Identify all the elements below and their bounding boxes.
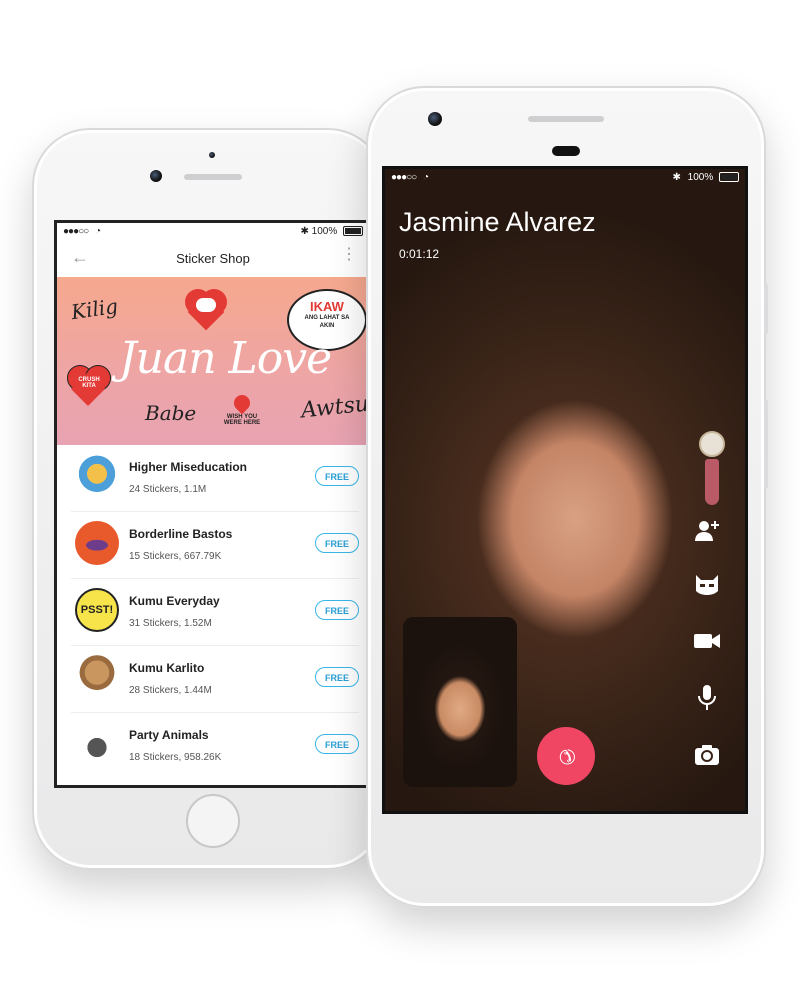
pack-meta: 31 Stickers, 1.52M — [129, 618, 212, 629]
pack-name: Higher Miseducation — [129, 460, 248, 474]
sensor — [209, 152, 215, 158]
call-timer: 0:01:12 — [399, 247, 440, 261]
more-options-icon[interactable]: ⋮ — [341, 247, 357, 263]
phone-hangup-icon: ✆ — [552, 742, 580, 770]
banner-word-wish: WISH YOU WERE HERE — [223, 414, 261, 426]
status-bar: ●●●○○ ◔ ✱ 100% — [57, 223, 369, 239]
wifi-icon: ◔ — [94, 225, 102, 237]
earpiece — [552, 146, 580, 156]
battery-icon — [719, 171, 739, 182]
speaker-grille — [184, 174, 242, 180]
back-arrow-icon[interactable]: ← — [71, 247, 89, 268]
switch-camera-icon[interactable] — [693, 741, 721, 769]
sticker-shop-phone: ●●●○○ ◔ ✱ 100% ← Sticker Shop ⋮ Kilig IK… — [32, 128, 386, 870]
banner-word-crush-kita: CRUSH KITA — [78, 377, 100, 389]
pack-meta: 18 Stickers, 958.26K — [129, 752, 222, 763]
list-item[interactable]: Higher Miseducation 24 Stickers, 1.1M FR… — [71, 445, 359, 512]
pack-name: Kumu Everyday — [129, 594, 220, 608]
battery-icon — [343, 225, 363, 236]
wifi-icon: ◔ — [422, 171, 430, 183]
banner-word-babe: Babe — [145, 401, 197, 425]
pack-name: Kumu Karlito — [129, 661, 205, 675]
earring — [697, 431, 727, 511]
eggplant-sticker-icon — [75, 521, 119, 565]
free-button[interactable]: FREE — [315, 734, 359, 754]
wish-you-were-here-pin: WISH YOU WERE HERE — [221, 391, 263, 439]
pack-meta: 28 Stickers, 1.44M — [129, 685, 212, 696]
banner-word-ikaw: IKAW — [310, 299, 344, 314]
battery-percent: 100% — [687, 171, 714, 183]
list-item[interactable]: PSST! Kumu Everyday 31 Stickers, 1.52M F… — [71, 579, 359, 646]
video-call-screen: ●●●○○ ◔ ✱ 100% Jasmine Alvarez 0:01:12 ✆ — [382, 166, 748, 814]
app-bar: ← Sticker Shop ⋮ — [57, 239, 369, 277]
front-camera — [428, 112, 442, 126]
sticker-shop-screen: ●●●○○ ◔ ✱ 100% ← Sticker Shop ⋮ Kilig IK… — [54, 220, 372, 788]
speaker-grille — [528, 116, 604, 122]
video-camera-icon[interactable] — [693, 627, 721, 655]
list-item[interactable]: Party Animals 18 Stickers, 958.26K FREE — [71, 713, 359, 779]
free-button[interactable]: FREE — [315, 600, 359, 620]
sticker-pack-list: Higher Miseducation 24 Stickers, 1.1M FR… — [57, 445, 369, 785]
pack-name: Borderline Bastos — [129, 527, 233, 541]
signal-indicator: ●●●○○ — [391, 171, 417, 183]
higher-miseducation-sticker-icon — [75, 454, 119, 498]
free-button[interactable]: FREE — [315, 466, 359, 486]
pack-meta: 24 Stickers, 1.1M — [129, 484, 207, 495]
list-item[interactable]: Kumu Karlito 28 Stickers, 1.44M FREE — [71, 646, 359, 713]
banner-word-ang-lahat: ANG LAHAT SA AKIN — [304, 315, 350, 329]
mask-icon[interactable] — [693, 571, 721, 599]
end-call-button[interactable]: ✆ — [537, 727, 595, 785]
banner-word-awtsu: Awtsu — [299, 391, 369, 424]
banner-word-kilig: Kilig — [69, 293, 120, 325]
crush-kita-heart: CRUSH KITA — [67, 365, 111, 409]
page-title: Sticker Shop — [176, 250, 250, 266]
heart-sticker-top — [181, 289, 231, 335]
featured-sticker-banner[interactable]: Kilig IKAW ANG LAHAT SA AKIN Juan Love C… — [57, 277, 369, 445]
home-button[interactable] — [186, 794, 240, 848]
pack-meta: 15 Stickers, 667.79K — [129, 551, 222, 562]
signal-indicator: ●●●○○ — [63, 225, 89, 237]
self-view-preview[interactable] — [403, 617, 517, 787]
bluetooth-icon: ✱ — [300, 225, 309, 237]
volume-button — [764, 284, 768, 334]
party-animal-sticker-icon — [75, 722, 119, 766]
power-button — [764, 400, 768, 488]
bluetooth-icon: ✱ — [672, 171, 681, 183]
cat-sticker-icon — [75, 655, 119, 699]
add-person-icon[interactable] — [693, 517, 721, 545]
front-camera — [150, 170, 162, 182]
status-bar: ●●●○○ ◔ ✱ 100% — [385, 169, 745, 185]
banner-script-title: Juan Love — [119, 333, 332, 384]
microphone-icon[interactable] — [693, 683, 721, 711]
video-call-phone: ●●●○○ ◔ ✱ 100% Jasmine Alvarez 0:01:12 ✆ — [366, 86, 768, 908]
list-item[interactable]: Borderline Bastos 15 Stickers, 667.79K F… — [71, 512, 359, 579]
free-button[interactable]: FREE — [315, 533, 359, 553]
battery-percent: 100% — [311, 225, 338, 237]
psst-speech-bubble-icon: PSST! — [75, 588, 119, 632]
caller-name: Jasmine Alvarez — [399, 207, 596, 237]
pack-name: Party Animals — [129, 728, 209, 742]
free-button[interactable]: FREE — [315, 667, 359, 687]
